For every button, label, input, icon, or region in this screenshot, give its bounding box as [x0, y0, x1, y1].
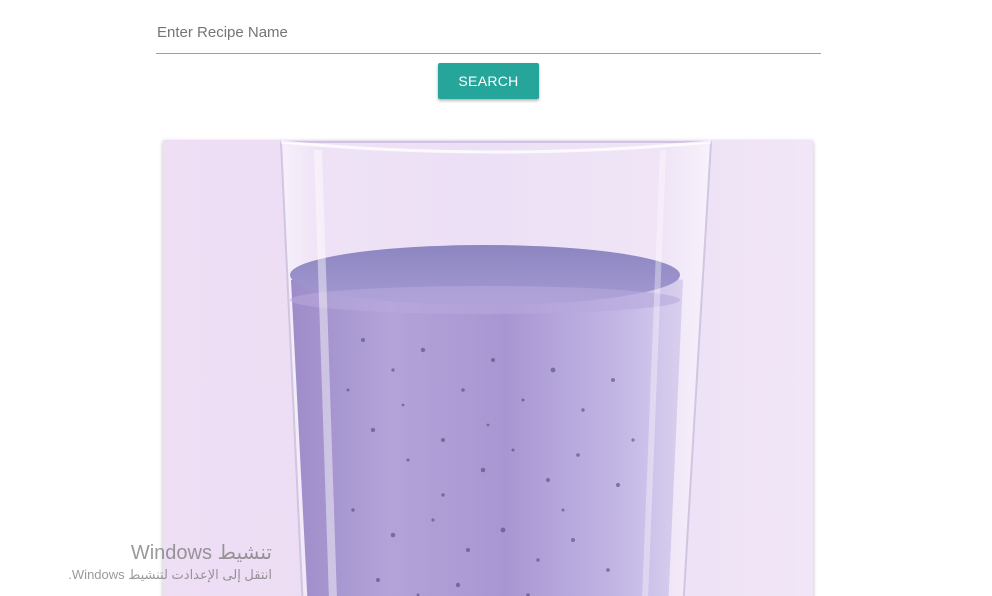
- search-button[interactable]: SEARCH: [438, 63, 539, 99]
- search-field-wrapper: [156, 14, 821, 54]
- recipe-image: [163, 140, 813, 596]
- recipe-card[interactable]: [163, 140, 813, 596]
- recipe-search-page: SEARCH: [0, 0, 992, 596]
- recipe-name-input[interactable]: [156, 14, 821, 54]
